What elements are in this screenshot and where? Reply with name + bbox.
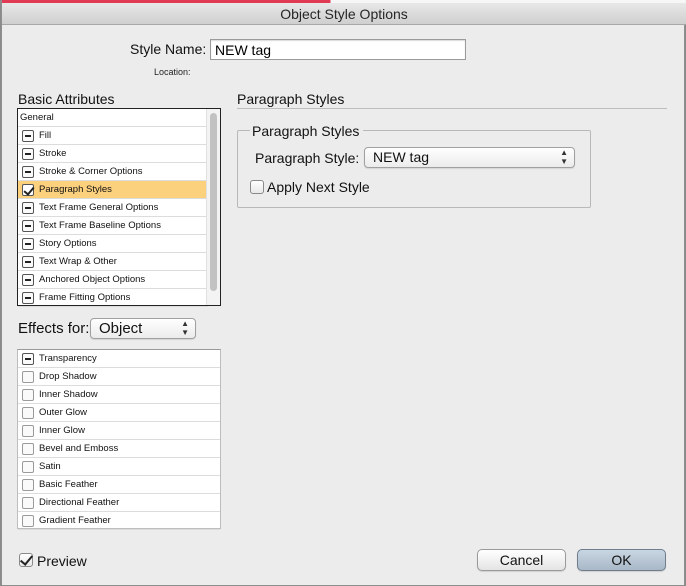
effects-list[interactable]: Transparency Drop Shadow Inner Shadow Outer… — [17, 349, 221, 530]
list-item[interactable]: Frame Fitting Options — [18, 289, 208, 307]
list-item[interactable]: Fill — [18, 127, 208, 145]
list-item-label: Stroke & Corner Options — [39, 166, 143, 177]
paragraph-style-label: Paragraph Style: — [255, 150, 360, 166]
header-divider — [237, 108, 667, 109]
list-item[interactable]: Text Wrap & Other — [18, 253, 208, 271]
list-item[interactable]: Directional Feather — [18, 494, 220, 512]
select-arrows-icon: ▲ ▼ — [560, 148, 568, 166]
checkbox-empty-icon[interactable] — [22, 425, 34, 437]
list-item[interactable]: Satin — [18, 458, 220, 476]
checkbox-empty-icon[interactable] — [22, 407, 34, 419]
list-item-label: Gradient Feather — [39, 515, 111, 526]
list-item-label: Inner Shadow — [39, 389, 98, 400]
scrollbar-thumb[interactable] — [210, 113, 217, 291]
list-item[interactable]: Inner Glow — [18, 422, 220, 440]
checkbox-minus-icon[interactable] — [22, 274, 34, 286]
list-item[interactable]: Outer Glow — [18, 404, 220, 422]
cancel-button[interactable]: Cancel — [477, 549, 566, 571]
checkbox-empty-icon[interactable] — [22, 515, 34, 527]
checkbox-empty-icon[interactable] — [22, 443, 34, 455]
effects-for-select[interactable]: Object ▲ ▼ — [90, 318, 196, 339]
checkbox-empty-icon[interactable] — [22, 371, 34, 383]
checkbox-minus-icon[interactable] — [22, 202, 34, 214]
basic-attributes-title: Basic Attributes — [18, 91, 115, 107]
list-item-label: Outer Glow — [39, 407, 88, 418]
checkbox-minus-icon[interactable] — [22, 353, 34, 365]
checkbox-minus-icon[interactable] — [22, 166, 34, 178]
list-item[interactable]: Paragraph Styles — [18, 181, 208, 199]
list-item-label: Directional Feather — [39, 497, 120, 508]
basic-attributes-scrollbar[interactable] — [206, 109, 220, 305]
apply-next-style-label[interactable]: Apply Next Style — [267, 179, 370, 195]
location-label: Location: — [154, 67, 191, 77]
list-item-label: Paragraph Styles — [39, 184, 112, 195]
paragraph-style-select[interactable]: NEW tag ▲ ▼ — [364, 147, 575, 168]
checkbox-minus-icon[interactable] — [22, 148, 34, 160]
list-item[interactable]: Bevel and Emboss — [18, 440, 220, 458]
list-item[interactable]: Stroke & Corner Options — [18, 163, 208, 181]
list-item-label: Transparency — [39, 353, 97, 364]
list-item[interactable]: Text Frame Baseline Options — [18, 217, 208, 235]
list-item-label: Frame Fitting Options — [39, 292, 131, 303]
list-item-label: Text Frame Baseline Options — [39, 220, 161, 231]
list-item[interactable]: Story Options — [18, 235, 208, 253]
list-item[interactable]: Gradient Feather — [18, 512, 220, 530]
list-item-label: Fill — [39, 130, 52, 141]
list-item[interactable]: General — [18, 109, 208, 127]
list-item[interactable]: Anchored Object Options — [18, 271, 208, 289]
checkbox-minus-icon[interactable] — [22, 238, 34, 250]
checkbox-empty-icon[interactable] — [22, 461, 34, 473]
checkbox-minus-icon[interactable] — [22, 220, 34, 232]
dialog-title: Object Style Options — [2, 3, 686, 25]
list-item-label: Text Wrap & Other — [39, 256, 117, 267]
style-name-label: Style Name: — [130, 41, 207, 57]
paragraph-styles-group-title: Paragraph Styles — [250, 123, 364, 139]
list-item-label: Stroke — [39, 148, 67, 159]
checkbox-minus-icon[interactable] — [22, 130, 34, 142]
paragraph-style-value: NEW tag — [373, 149, 430, 165]
checkbox-empty-icon[interactable] — [22, 389, 34, 401]
apply-next-style-checkbox[interactable] — [250, 180, 264, 194]
style-name-input[interactable] — [210, 39, 466, 60]
checkbox-minus-icon[interactable] — [22, 292, 34, 304]
preview-label[interactable]: Preview — [37, 553, 87, 569]
list-item[interactable]: Drop Shadow — [18, 368, 220, 386]
list-item-label: Bevel and Emboss — [39, 443, 119, 454]
checkbox-minus-icon[interactable] — [22, 256, 34, 268]
list-item-label: Satin — [39, 461, 61, 472]
list-item-label: Story Options — [39, 238, 97, 249]
ok-button[interactable]: OK — [577, 549, 666, 571]
list-item-label: Text Frame General Options — [39, 202, 159, 213]
list-item[interactable]: Stroke — [18, 145, 208, 163]
list-item-label: General — [20, 112, 54, 123]
list-item[interactable]: Transparency — [18, 350, 220, 368]
checkbox-empty-icon[interactable] — [22, 497, 34, 509]
basic-attributes-list[interactable]: General Fill Stroke Stroke & Corner Options… — [17, 108, 221, 307]
paragraph-styles-header: Paragraph Styles — [237, 91, 345, 107]
effects-for-value: Object — [99, 320, 143, 337]
effects-for-label: Effects for: — [18, 320, 90, 337]
paragraph-styles-group — [237, 130, 591, 208]
list-item[interactable]: Inner Shadow — [18, 386, 220, 404]
list-item[interactable]: Basic Feather — [18, 476, 220, 494]
checkbox-empty-icon[interactable] — [22, 479, 34, 491]
list-item-label: Basic Feather — [39, 479, 98, 490]
list-item[interactable]: Text Frame General Options — [18, 199, 208, 217]
list-item-label: Inner Glow — [39, 425, 85, 436]
select-arrows-icon: ▲ ▼ — [181, 319, 189, 337]
checkbox-checked-icon[interactable] — [22, 184, 34, 196]
preview-checkbox[interactable] — [19, 553, 33, 567]
list-item-label: Drop Shadow — [39, 371, 97, 382]
list-item-label: Anchored Object Options — [39, 274, 146, 285]
